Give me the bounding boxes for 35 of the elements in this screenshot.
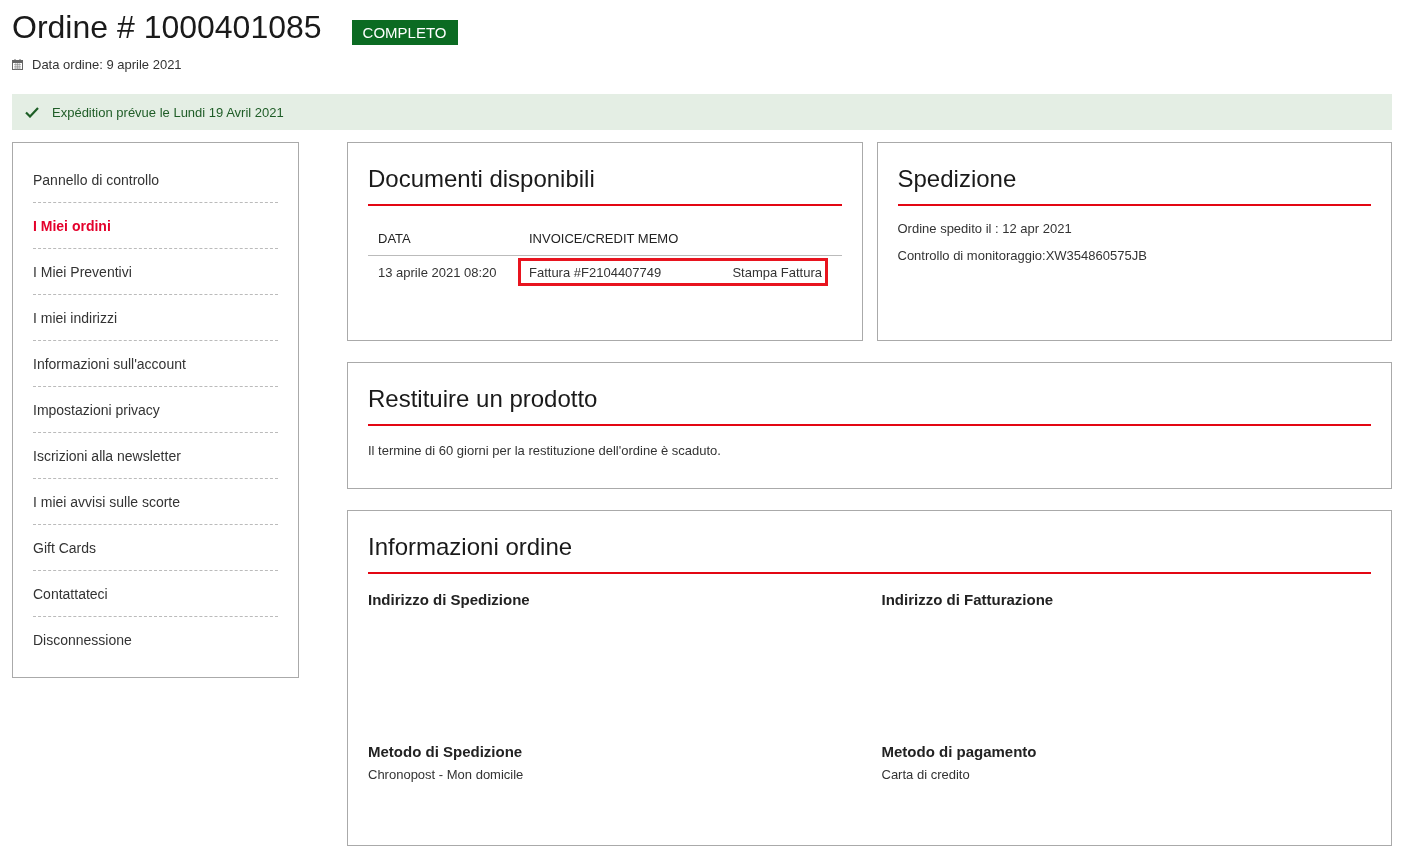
card-title: Informazioni ordine: [368, 530, 1371, 574]
returns-message: Il termine di 60 giorni per la restituzione dell'ordine è scaduto.: [368, 442, 722, 460]
sidebar-item[interactable]: Iscrizioni alla newsletter: [33, 433, 278, 479]
sidebar-item[interactable]: Disconnessione: [33, 617, 278, 663]
shipment-info: Ordine spedito il : 12 apr 2021: [897, 220, 1073, 238]
section-heading: Indirizzo di Fatturazione: [881, 590, 1055, 610]
section-heading: Metodo di pagamento: [881, 742, 1038, 762]
card-title: Restituire un prodotto: [368, 382, 1371, 426]
date-cell: 13 aprile 2021 08:20: [368, 255, 518, 288]
notice-text: Expédition prévue le Lundi 19 Avril 2021: [52, 104, 284, 120]
card-title: Spedizione: [897, 162, 1371, 206]
invoice-number: Fattura #F2104407749: [529, 264, 662, 280]
column-header: DATA: [368, 222, 518, 256]
sidebar-item[interactable]: Informazioni sull'account: [33, 341, 278, 387]
sidebar-item[interactable]: Impostazioni privacy: [33, 387, 278, 433]
check-icon: [25, 106, 39, 118]
sidebar-item[interactable]: I Miei Preventivi: [33, 249, 278, 295]
status-badge: COMPLETO: [351, 20, 458, 45]
section-heading: Indirizzo di Spedizione: [368, 590, 531, 610]
order-title: Ordine # 1000401085: [12, 8, 322, 47]
card-title: Documenti disponibili: [368, 162, 842, 206]
sidebar-item[interactable]: Pannello di controllo: [33, 157, 278, 203]
sidebar-item[interactable]: I miei avvisi sulle scorte: [33, 479, 278, 525]
print-invoice-link[interactable]: Stampa Fattura: [732, 264, 822, 280]
sidebar-item[interactable]: I miei indirizzi: [33, 295, 278, 341]
order-date: Data ordine: 9 aprile 2021: [32, 56, 182, 72]
sidebar-item[interactable]: I Miei ordini: [33, 203, 278, 249]
section-heading: Metodo di Spedizione: [368, 742, 524, 762]
section-value: Chronopost - Mon domicile: [368, 766, 525, 784]
calendar-icon: [12, 58, 23, 70]
shipment-info: Controllo di monitoraggio:XW354860575JB: [897, 247, 1148, 265]
section-value: Carta di credito: [881, 766, 971, 784]
sidebar-item[interactable]: Contattateci: [33, 571, 278, 617]
sidebar-item[interactable]: Gift Cards: [33, 525, 278, 571]
column-header: INVOICE/CREDIT MEMO: [518, 222, 842, 256]
